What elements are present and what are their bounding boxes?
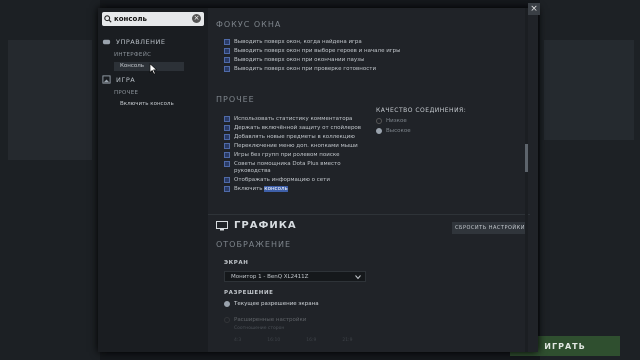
- settings-panel: × УПРАВЛЕНИЕ ИНТЕРФЕЙС Консоль ИГРА ПРОЧ…: [98, 8, 538, 352]
- search-icon: [102, 13, 114, 25]
- aspect-ratio-options: 4:3 16:10 16:9 21:9: [234, 338, 352, 343]
- checkbox-icon[interactable]: [224, 186, 230, 192]
- section-title-other: ПРОЧЕЕ: [216, 95, 255, 104]
- section-title-window-focus: ФОКУС ОКНА: [216, 20, 282, 29]
- divider: [208, 214, 530, 215]
- screen-label: ЭКРАН: [224, 260, 249, 266]
- aspect-option[interactable]: 4:3: [234, 338, 241, 343]
- monitor-icon: [216, 220, 228, 230]
- search-highlight: консоль: [264, 186, 288, 192]
- radio-quality-low[interactable]: Низкое: [376, 118, 407, 124]
- monitor-select[interactable]: Монитор 1 - BenQ XL2411Z: [224, 271, 366, 282]
- checkbox-focus-game-found[interactable]: Выводить поверх окон, когда найдена игра: [224, 39, 362, 45]
- checkbox-focus-unpause[interactable]: Выводить поверх окон при окончании паузы: [224, 57, 364, 63]
- sidebar-item-label: ИГРА: [116, 75, 136, 84]
- sidebar-item-enable-console[interactable]: Включить консоль: [120, 101, 174, 107]
- aspect-option[interactable]: 16:10: [267, 338, 280, 343]
- section-title-display: ОТОБРАЖЕНИЕ: [216, 240, 291, 249]
- checkbox-icon[interactable]: [224, 66, 230, 72]
- background-thumbnail: [544, 40, 634, 140]
- checkbox-mouse-buttons[interactable]: Переключение меню доп. кнопками мыши: [224, 143, 358, 149]
- radio-quality-high[interactable]: Высокое: [376, 128, 411, 134]
- settings-content: ФОКУС ОКНА Выводить поверх окон, когда н…: [208, 8, 530, 352]
- connection-quality-title: КАЧЕСТВО СОЕДИНЕНИЯ:: [376, 107, 467, 114]
- radio-current-resolution[interactable]: Текущее разрешение экрана: [224, 301, 319, 307]
- checkbox-icon[interactable]: [224, 152, 230, 158]
- radio-icon[interactable]: [376, 118, 382, 124]
- checkbox-enable-console[interactable]: Включить консоль: [224, 186, 288, 192]
- checkbox-solo-role-queue[interactable]: Игры без групп при ролевом поиске: [224, 152, 340, 158]
- checkbox-caster-stats[interactable]: Использовать статистику комментатора: [224, 116, 352, 122]
- checkbox-icon[interactable]: [224, 177, 230, 183]
- aspect-option[interactable]: 16:9: [306, 338, 316, 343]
- reset-settings-button[interactable]: СБРОСИТЬ НАСТРОЙКИ: [452, 222, 528, 234]
- background-thumbnail: [8, 40, 92, 160]
- sidebar-item-game[interactable]: ИГРА: [102, 75, 135, 84]
- clear-search-icon[interactable]: ×: [192, 14, 201, 23]
- sidebar-item-interface[interactable]: ИНТЕРФЕЙС: [114, 52, 151, 58]
- image-icon: [102, 75, 111, 84]
- sidebar-item-label: УПРАВЛЕНИЕ: [116, 37, 166, 46]
- checkbox-icon[interactable]: [224, 134, 230, 140]
- resolution-label: РАЗРЕШЕНИЕ: [224, 290, 274, 296]
- checkbox-icon[interactable]: [224, 143, 230, 149]
- search-box[interactable]: ×: [102, 12, 204, 26]
- background-left: [0, 0, 100, 360]
- aspect-option[interactable]: 21:9: [342, 338, 352, 343]
- section-title-graphics: ГРАФИКА: [216, 220, 297, 231]
- close-button[interactable]: ×: [528, 3, 540, 15]
- sidebar-item-other[interactable]: ПРОЧЕЕ: [114, 90, 138, 96]
- checkbox-dota-plus-tips[interactable]: Советы помощника Dota Plus вместо: [224, 161, 341, 167]
- aspect-ratio-label: Соотношение сторон: [234, 326, 285, 331]
- checkbox-icon[interactable]: [224, 125, 230, 131]
- checkbox-add-items[interactable]: Добавлять новые предметы в коллекцию: [224, 134, 355, 140]
- radio-selected-icon[interactable]: [224, 301, 230, 307]
- checkbox-focus-hero-pick[interactable]: Выводить поверх окон при выборе героев и…: [224, 48, 401, 54]
- checkbox-icon[interactable]: [224, 161, 230, 167]
- checkbox-icon[interactable]: [224, 116, 230, 122]
- mouse-cursor-icon: [149, 63, 158, 75]
- sidebar-item-management[interactable]: УПРАВЛЕНИЕ: [102, 37, 166, 46]
- background-right: [540, 0, 640, 360]
- radio-advanced-resolution[interactable]: Расширенные настройки: [224, 317, 306, 323]
- settings-sidebar: × УПРАВЛЕНИЕ ИНТЕРФЕЙС Консоль ИГРА ПРОЧ…: [98, 8, 208, 352]
- scrollbar-thumb[interactable]: [525, 144, 528, 172]
- checkbox-dota-plus-tips-line2: руководства: [234, 168, 271, 174]
- scrollbar-track[interactable]: [525, 8, 528, 352]
- checkbox-spoiler-protection[interactable]: Держать включённой защиту от спойлеров: [224, 125, 361, 131]
- checkbox-icon[interactable]: [224, 57, 230, 63]
- checkbox-icon[interactable]: [224, 39, 230, 45]
- sidebar-item-console[interactable]: Консоль: [120, 63, 144, 69]
- radio-icon[interactable]: [224, 317, 230, 323]
- gamepad-icon: [102, 39, 111, 45]
- search-input[interactable]: [114, 15, 184, 23]
- chevron-down-icon: [355, 275, 361, 280]
- checkbox-network-info[interactable]: Отображать информацию о сети: [224, 177, 330, 183]
- radio-selected-icon[interactable]: [376, 128, 382, 134]
- checkbox-icon[interactable]: [224, 48, 230, 54]
- checkbox-focus-ready-check[interactable]: Выводить поверх окон при проверке готовн…: [224, 66, 376, 72]
